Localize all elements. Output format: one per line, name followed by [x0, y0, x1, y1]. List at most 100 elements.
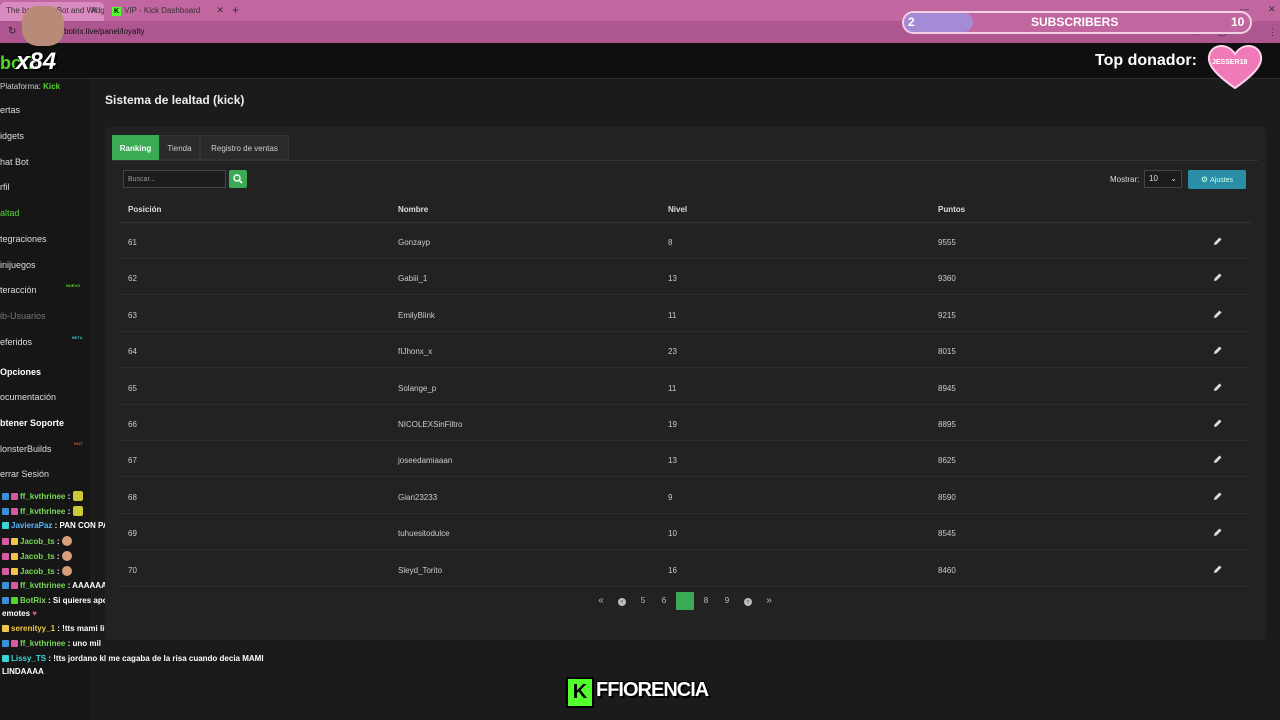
- beta-badge: BETA: [72, 335, 83, 340]
- tab-registro-ventas[interactable]: Registro de ventas: [200, 135, 289, 160]
- chat-user: ff_kvthrinee: [20, 581, 66, 590]
- sidebar-item-minijuegos[interactable]: inijuegos: [0, 260, 36, 270]
- table-row: 67 joseedamiaaan 13 8625: [120, 441, 1251, 478]
- close-tab-icon[interactable]: ✕: [90, 2, 98, 19]
- sidebar-item-widgets[interactable]: idgets: [0, 131, 24, 141]
- pagination-next[interactable]: ›: [739, 592, 757, 610]
- hot-badge: HOT: [74, 441, 83, 446]
- tabs-divider: [112, 160, 1258, 161]
- table-cell-pos: 70: [128, 565, 137, 575]
- sidebar-item-integraciones[interactable]: tegraciones: [0, 234, 47, 244]
- edit-pencil-icon[interactable]: [1213, 345, 1223, 355]
- menu-icon[interactable]: ⋮: [1268, 27, 1277, 38]
- table-cell-name: Gonzayp: [398, 238, 431, 247]
- chat-user: JavieraPaz: [11, 521, 53, 530]
- table-cell-name: tuhuesitodulce: [398, 529, 450, 539]
- pagination-first[interactable]: «: [592, 592, 610, 610]
- pagination-page[interactable]: 9: [718, 592, 736, 610]
- edit-pencil-icon[interactable]: [1213, 527, 1223, 537]
- sidebar-item-documentacion[interactable]: ocumentación: [0, 392, 56, 402]
- pagination-last[interactable]: »: [760, 592, 778, 610]
- heart-icon: ♥: [32, 609, 37, 618]
- column-header-nivel[interactable]: Nivel: [668, 205, 687, 214]
- reload-icon[interactable]: ↻: [8, 26, 16, 37]
- table-row: 61 Gonzayp 8 9555: [120, 223, 1251, 259]
- platform-value: Kick: [43, 82, 61, 91]
- streamer-brand: K FFIORENCIA: [566, 677, 720, 708]
- streamer-name: FFIORENCIA: [596, 679, 709, 701]
- tab-ranking[interactable]: Ranking: [112, 135, 159, 160]
- top-donor-label: Top donador:: [1095, 52, 1197, 69]
- sidebar-item-alertas[interactable]: ertas: [0, 105, 20, 115]
- edit-pencil-icon[interactable]: [1213, 418, 1223, 428]
- search-input[interactable]: [123, 170, 226, 188]
- edit-pencil-icon[interactable]: [1213, 454, 1223, 464]
- edit-pencil-icon[interactable]: [1213, 564, 1223, 574]
- emote-icon: [72, 491, 83, 501]
- sidebar-item-referidos[interactable]: eferidos: [0, 337, 32, 347]
- table-cell-points: 8015: [938, 347, 956, 357]
- tab-tienda[interactable]: Tienda: [159, 135, 200, 160]
- edit-pencil-icon[interactable]: [1213, 272, 1223, 282]
- sidebar-item-cerrar-sesion[interactable]: errar Sesión: [0, 469, 49, 479]
- pagination-page[interactable]: 8: [697, 592, 715, 610]
- table-cell-name: fIJhonx_x: [398, 347, 433, 357]
- table-cell-points: 8460: [938, 565, 956, 575]
- table-cell-level: 9: [668, 492, 673, 502]
- table-row: 64 fIJhonx_x 23 8015: [120, 332, 1251, 369]
- close-window-icon[interactable]: ✕: [1268, 4, 1276, 15]
- browser-tab-2[interactable]: K VIP - Kick Dashboard ✕: [106, 2, 230, 21]
- emote-icon: [61, 551, 72, 561]
- url-field[interactable]: botrix.live/panel/loyalty: [64, 27, 144, 36]
- chat-message: ff_kvthrinee :: [2, 491, 83, 501]
- chat-text: :: [56, 537, 60, 546]
- page-size-select[interactable]: 10 ⌄: [1144, 170, 1182, 188]
- chat-message: Jacob_ts :: [2, 536, 72, 546]
- table-row: 69 tuhuesitodulce 10 8545: [120, 514, 1251, 551]
- edit-pencil-icon[interactable]: [1213, 382, 1223, 392]
- table-cell-level: 13: [668, 274, 677, 284]
- chat-message: Jacob_ts :: [2, 551, 72, 561]
- pagination-page[interactable]: 6: [655, 592, 673, 610]
- chat-message: Jacob_ts :: [2, 566, 72, 576]
- column-header-nombre[interactable]: Nombre: [398, 205, 428, 214]
- pagination-page-current[interactable]: 7: [676, 592, 694, 610]
- chat-user: Jacob_ts: [20, 552, 55, 561]
- pagination-page[interactable]: 5: [634, 592, 652, 610]
- chat-message: Lissy_TS : !tts jordano kl me cagaba de …: [2, 654, 264, 663]
- table-row: 70 Sleyd_Torito 16 8460: [120, 551, 1251, 587]
- emote-icon: [72, 506, 83, 516]
- new-tab-button[interactable]: +: [232, 3, 239, 17]
- settings-button[interactable]: ⚙ Ajustes: [1188, 170, 1246, 189]
- chat-user: ff_kvthrinee: [20, 507, 66, 516]
- subscriber-count: 2: [908, 15, 915, 29]
- table-cell-level: 8: [668, 238, 673, 247]
- edit-pencil-icon[interactable]: [1213, 309, 1223, 319]
- show-label: Mostrar:: [1110, 175, 1140, 184]
- table-cell-name: joseedamiaaan: [398, 456, 453, 466]
- table-cell-points: 8625: [938, 456, 956, 466]
- table-cell-level: 16: [668, 565, 677, 575]
- table-cell-points: 9555: [938, 238, 956, 247]
- sidebar-item-interaccion[interactable]: teracción: [0, 285, 37, 295]
- column-header-posicion[interactable]: Posición: [128, 205, 161, 214]
- search-button[interactable]: [229, 170, 247, 188]
- edit-pencil-icon[interactable]: [1213, 491, 1223, 501]
- sidebar-item-monsterbuilds[interactable]: lonsterBuilds: [0, 444, 52, 454]
- sidebar-item-chat-bot[interactable]: hat Bot: [0, 157, 29, 167]
- table-cell-level: 13: [668, 456, 677, 466]
- chat-text: LINDAAAA: [2, 667, 44, 676]
- chat-text: :: [67, 507, 71, 516]
- search-icon: [233, 174, 243, 184]
- sidebar-item-lealtad[interactable]: altad: [0, 208, 20, 218]
- table-cell-level: 11: [668, 310, 677, 320]
- settings-label: Ajustes: [1210, 177, 1234, 184]
- sidebar-item-sub-usuarios[interactable]: ib-Usuarios: [0, 311, 46, 321]
- sidebar-item-perfil[interactable]: rfil: [0, 182, 10, 192]
- column-header-puntos[interactable]: Puntos: [938, 205, 965, 214]
- close-tab-icon[interactable]: ✕: [216, 2, 224, 19]
- pagination-prev[interactable]: ‹: [613, 592, 631, 610]
- sidebar-item-soporte[interactable]: btener Soporte: [0, 418, 64, 428]
- edit-pencil-icon[interactable]: [1213, 236, 1223, 246]
- page-size-value: 10: [1149, 174, 1158, 183]
